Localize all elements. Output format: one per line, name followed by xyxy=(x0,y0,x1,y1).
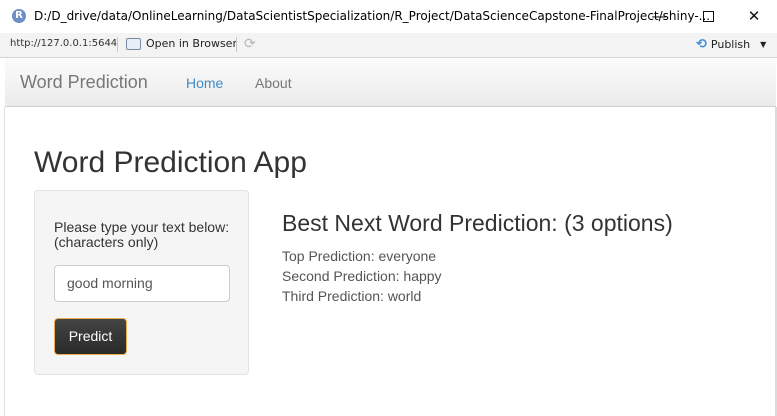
app-navbar: Word Prediction Home About xyxy=(5,58,776,107)
predict-button[interactable]: Predict xyxy=(54,318,127,355)
chevron-down-icon: ▼ xyxy=(760,40,767,49)
sidebar-panel: Please type your text below: (characters… xyxy=(34,190,249,375)
text-input-field[interactable]: good morning xyxy=(54,265,230,302)
window-title: D:/D_drive/data/OnlineLearning/DataScien… xyxy=(34,9,711,23)
prediction-line-second: Second Prediction: happy xyxy=(282,268,442,284)
toolbar-divider xyxy=(236,37,237,52)
toolbar-divider xyxy=(117,37,118,52)
open-in-browser-label: Open in Browser xyxy=(146,37,237,50)
prediction-heading: Best Next Word Prediction: (3 options) xyxy=(282,210,673,236)
window-title-bar: R D:/D_drive/data/OnlineLearning/DataSci… xyxy=(0,0,777,33)
close-button[interactable]: ✕ xyxy=(731,2,777,30)
publish-label: Publish xyxy=(710,38,751,51)
input-label: Please type your text below: (characters… xyxy=(54,219,230,250)
tab-about[interactable]: About xyxy=(255,75,292,91)
url-label: http://127.0.0.1:5644 xyxy=(10,38,118,49)
page-title: Word Prediction App xyxy=(34,146,307,179)
prediction-line-third: Third Prediction: world xyxy=(282,288,422,304)
viewer-toolbar: http://127.0.0.1:5644 Open in Browser ⟳ … xyxy=(0,33,777,58)
r-app-icon: R xyxy=(12,9,26,23)
maximize-icon xyxy=(702,11,714,22)
tab-home[interactable]: Home xyxy=(186,75,223,91)
browser-window-icon xyxy=(126,37,141,50)
navbar-brand[interactable]: Word Prediction xyxy=(20,72,148,93)
publish-button[interactable]: ⟲ Publish ▼ xyxy=(696,37,766,52)
page-border xyxy=(4,107,5,416)
maximize-button[interactable] xyxy=(685,2,731,30)
open-in-browser-button[interactable]: Open in Browser xyxy=(126,37,237,50)
minimize-button[interactable]: — xyxy=(636,2,682,30)
prediction-line-top: Top Prediction: everyone xyxy=(282,248,437,264)
refresh-icon[interactable]: ⟳ xyxy=(244,36,256,52)
publish-icon: ⟲ xyxy=(696,37,707,52)
